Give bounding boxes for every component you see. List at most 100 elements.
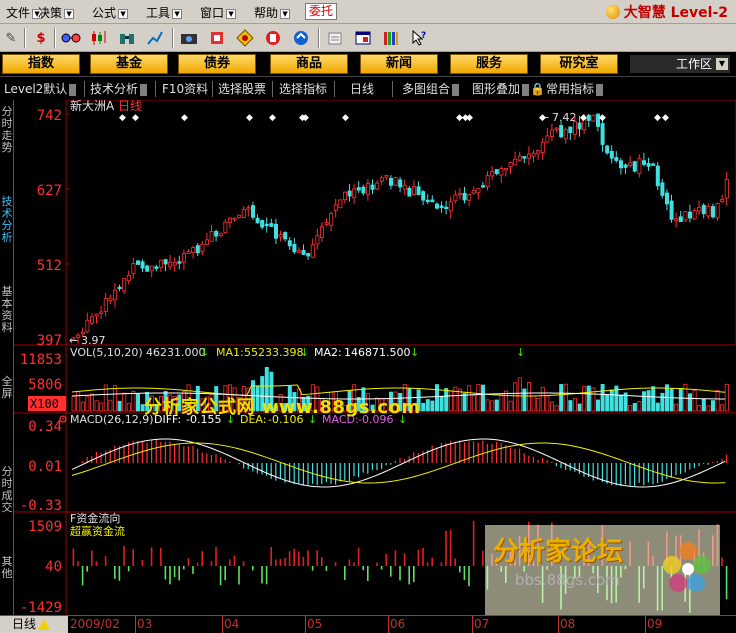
- diamond-icon[interactable]: [234, 27, 256, 49]
- stock-red-icon[interactable]: [206, 27, 228, 49]
- chevron-down-icon: ▼: [172, 8, 183, 19]
- volume-arrow: ↓: [300, 346, 309, 359]
- books-icon[interactable]: [380, 27, 402, 49]
- candle-body: [379, 177, 384, 182]
- tab-select-stock[interactable]: 选择股票: [218, 80, 266, 98]
- candle-body: [113, 289, 118, 301]
- macd-bar: [578, 463, 580, 474]
- period-tab-label: 日线: [12, 617, 37, 631]
- fund-flow-bar: [196, 562, 199, 566]
- tab-select-indicator[interactable]: 选择指标: [279, 80, 327, 98]
- menu-decision[interactable]: 决策 ▼: [38, 4, 75, 21]
- candle-body: [181, 252, 186, 263]
- tab-multi-chart[interactable]: 多图组合: [402, 80, 460, 98]
- macd-bar: [330, 463, 332, 484]
- nav-commodity-button[interactable]: 商品: [270, 54, 348, 74]
- macd-bar: [132, 441, 134, 463]
- date-label: 05: [307, 617, 323, 631]
- workspace-dropdown[interactable]: 工作区 ▼: [630, 55, 730, 73]
- dollar-icon[interactable]: $: [30, 27, 52, 49]
- date-label: 03: [137, 617, 153, 631]
- glasses-icon[interactable]: [60, 27, 82, 49]
- candle-body: [237, 214, 242, 218]
- nav-service-button[interactable]: 服务: [450, 54, 528, 74]
- tab-technical-analysis[interactable]: 技术分析: [90, 80, 148, 98]
- tab-common-indicators[interactable]: 常用指标: [546, 80, 604, 98]
- camera-icon[interactable]: [178, 27, 200, 49]
- volume-bar: [531, 395, 536, 412]
- help-cursor-icon[interactable]: ?: [408, 27, 430, 49]
- volume-axis-label: 11853: [20, 352, 62, 368]
- macd-bar: [385, 463, 387, 466]
- tab-label: 常用指标: [546, 82, 595, 96]
- candle-body: [315, 235, 320, 245]
- pencil-icon[interactable]: ✎: [0, 27, 22, 49]
- side-tab-intraday[interactable]: 分时走势: [0, 106, 14, 154]
- menu-help[interactable]: 帮助 ▼: [254, 4, 291, 21]
- macd-bar: [546, 459, 548, 463]
- menu-file[interactable]: 文件 ▼: [6, 4, 43, 21]
- macd-bar: [174, 444, 176, 463]
- hammer-icon[interactable]: [262, 27, 284, 49]
- date-tick: [388, 616, 389, 633]
- macd-bar: [661, 463, 663, 482]
- candle-body: [214, 231, 219, 237]
- macd-bar: [652, 463, 654, 485]
- window-icon[interactable]: [352, 27, 374, 49]
- side-tab-technical[interactable]: 技术分析: [0, 196, 14, 244]
- lock-icon[interactable]: 🔒: [530, 80, 545, 98]
- menu-formula[interactable]: 公式 ▼: [92, 4, 129, 21]
- fund-flow-bar: [224, 566, 226, 581]
- side-tab-fullscreen[interactable]: 全屏: [0, 376, 14, 400]
- volume-bar: [642, 391, 647, 412]
- side-tab-fundamental[interactable]: 基本资料: [0, 286, 14, 334]
- fund-axis-label: 1509: [28, 519, 62, 535]
- nav-bond-button[interactable]: 债券: [178, 54, 256, 74]
- pencil-chart-icon[interactable]: [144, 27, 166, 49]
- entrust-button[interactable]: 委托: [305, 3, 338, 20]
- volume-bar: [632, 402, 637, 412]
- macd-bar: [555, 463, 557, 467]
- volume-bar: [122, 392, 127, 412]
- candle-body: [168, 261, 173, 268]
- nav-index-button[interactable]: 指数: [2, 54, 80, 74]
- menu-window[interactable]: 窗口 ▼: [200, 4, 237, 21]
- fund-flow-bar: [459, 566, 461, 573]
- candlestick-icon[interactable]: [88, 27, 110, 49]
- nav-research-button[interactable]: 研究室: [540, 54, 618, 74]
- tab-level2-default[interactable]: Level2默认: [4, 80, 77, 98]
- candle-body: [646, 162, 651, 167]
- macd-bar: [477, 442, 479, 463]
- macd-axis-label: -0.33: [20, 498, 62, 514]
- macd-bar: [528, 455, 530, 463]
- macd-bar: [514, 448, 516, 463]
- macd-bar: [335, 463, 337, 485]
- candle-body: [117, 286, 122, 290]
- macd-bar: [105, 450, 107, 463]
- tab-overlay[interactable]: 图形叠加: [472, 80, 530, 98]
- tab-daily[interactable]: 日线: [350, 80, 374, 98]
- date-label: 06: [390, 617, 406, 631]
- scroll-icon[interactable]: [324, 27, 346, 49]
- nav-fund-button[interactable]: 基金: [90, 54, 168, 74]
- volume-bar: [559, 384, 564, 412]
- binoculars-icon[interactable]: [116, 27, 138, 49]
- period-tab[interactable]: 日线: [0, 616, 68, 633]
- fund-flow-bar: [150, 547, 153, 566]
- side-tab-other[interactable]: 其他: [0, 556, 14, 580]
- candle-body: [370, 184, 375, 190]
- high-price-label: 7.42: [552, 111, 577, 124]
- toolbar-separator: [24, 28, 26, 48]
- volume-bar: [692, 390, 697, 412]
- menu-tools[interactable]: 工具 ▼: [146, 4, 183, 21]
- candle-body: [398, 179, 403, 188]
- nav-news-button[interactable]: 新闻: [360, 54, 438, 74]
- blue-circle-icon[interactable]: [290, 27, 312, 49]
- volume-bar: [706, 405, 711, 412]
- fund-flow-bar: [422, 547, 424, 566]
- tab-f10-info[interactable]: F10资料: [162, 80, 208, 98]
- fund-flow-bar: [279, 558, 282, 566]
- side-tab-tick-trades[interactable]: 分时成交: [0, 466, 14, 514]
- volume-bar: [715, 389, 720, 412]
- watermark-text: 分析家公式网 www.88gs.com: [144, 397, 421, 418]
